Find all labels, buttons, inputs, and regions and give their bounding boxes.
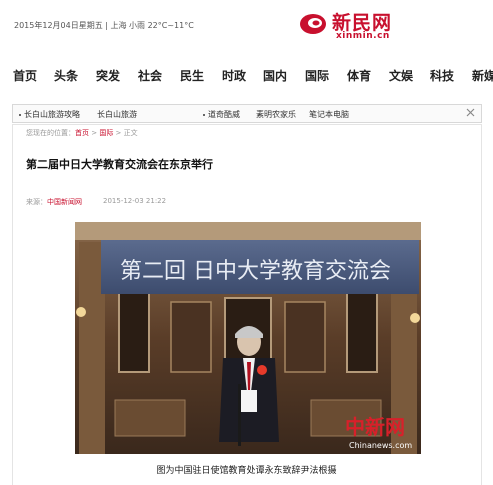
photo-caption: 图为中国驻日使馆教育处谭永东致辞尹法根摄 — [156, 466, 337, 476]
source-link[interactable]: 中国新闻网 — [47, 198, 82, 206]
ad-link[interactable]: 长白山旅游 — [97, 109, 137, 120]
close-icon[interactable] — [466, 108, 475, 117]
bullet-icon — [203, 113, 205, 116]
article-meta: 来源：中国新闻网 2015-12-03 21:22 — [26, 197, 166, 207]
nav-item-tech[interactable]: 科技 — [430, 67, 454, 84]
breadcrumb-separator: > — [113, 129, 124, 137]
publish-time: 2015-12-03 21:22 — [103, 197, 167, 205]
ad-links-bar: 长白山旅游攻略 长白山旅游 道奇酷威 素明农家乐 笔记本电脑 — [12, 104, 482, 123]
ad-link[interactable]: 素明农家乐 — [256, 109, 296, 120]
photo-watermark-cn: 中新网 — [345, 415, 405, 439]
ad-link-label: 笔记本电脑 — [309, 110, 349, 119]
photo-banner-text: 第二回 日中大学教育交流会 — [120, 259, 391, 284]
nav-item-livelihood[interactable]: 民生 — [180, 67, 204, 84]
breadcrumb: 您现在的位置：首页 > 国际 > 正文 — [26, 128, 138, 138]
photo-scene: 第二回 日中大学教育交流会 中新网 Chinanews.com — [75, 222, 421, 454]
breadcrumb-current: 正文 — [123, 129, 138, 137]
nav-item-society[interactable]: 社会 — [138, 67, 162, 84]
ad-link[interactable]: 长白山旅游攻略 — [19, 109, 80, 120]
photo-watermark-en: Chinanews.com — [349, 441, 412, 450]
nav-item-sports[interactable]: 体育 — [347, 67, 371, 84]
nav-item-headlines[interactable]: 头条 — [54, 67, 78, 84]
bullet-icon — [19, 113, 21, 116]
breadcrumb-prefix: 您现在的位置： — [26, 129, 75, 137]
nav-item-home[interactable]: 首页 — [13, 67, 37, 84]
ad-link[interactable]: 道奇酷威 — [203, 109, 240, 120]
breadcrumb-separator: > — [89, 129, 100, 137]
breadcrumb-home-link[interactable]: 首页 — [75, 129, 89, 137]
logo-swirl-icon — [300, 14, 326, 34]
logo-text-en: xinmin.cn — [336, 31, 390, 41]
site-logo[interactable]: 新民网 xinmin.cn — [298, 8, 408, 44]
main-nav: 首页 头条 突发 社会 民生 时政 国内 国际 体育 文娱 科技 新媒 — [0, 60, 493, 90]
nav-item-newmedia[interactable]: 新媒 — [472, 67, 493, 84]
ad-link-label: 素明农家乐 — [256, 110, 296, 119]
top-header: 2015年12月04日星期五 | 上海 小雨 22°C~11°C 新民网 xin… — [0, 0, 493, 52]
ad-link-label: 长白山旅游攻略 — [24, 110, 80, 119]
date-weather: 2015年12月04日星期五 | 上海 小雨 22°C~11°C — [14, 21, 194, 30]
breadcrumb-section-link[interactable]: 国际 — [99, 129, 113, 137]
nav-item-breaking[interactable]: 突发 — [96, 67, 120, 84]
nav-item-domestic[interactable]: 国内 — [263, 67, 287, 84]
ad-link-label: 长白山旅游 — [97, 110, 137, 119]
nav-item-international[interactable]: 国际 — [305, 67, 329, 84]
ad-link-label: 道奇酷威 — [208, 110, 240, 119]
article-title: 第二届中日大学教育交流会在东京举行 — [26, 158, 213, 171]
article-photo: 第二回 日中大学教育交流会 中新网 Chinanews.com — [75, 222, 421, 454]
ad-link[interactable]: 笔记本电脑 — [309, 109, 349, 120]
nav-item-politics[interactable]: 时政 — [222, 67, 246, 84]
nav-item-entertainment[interactable]: 文娱 — [389, 67, 413, 84]
source-label: 来源： — [26, 198, 47, 206]
